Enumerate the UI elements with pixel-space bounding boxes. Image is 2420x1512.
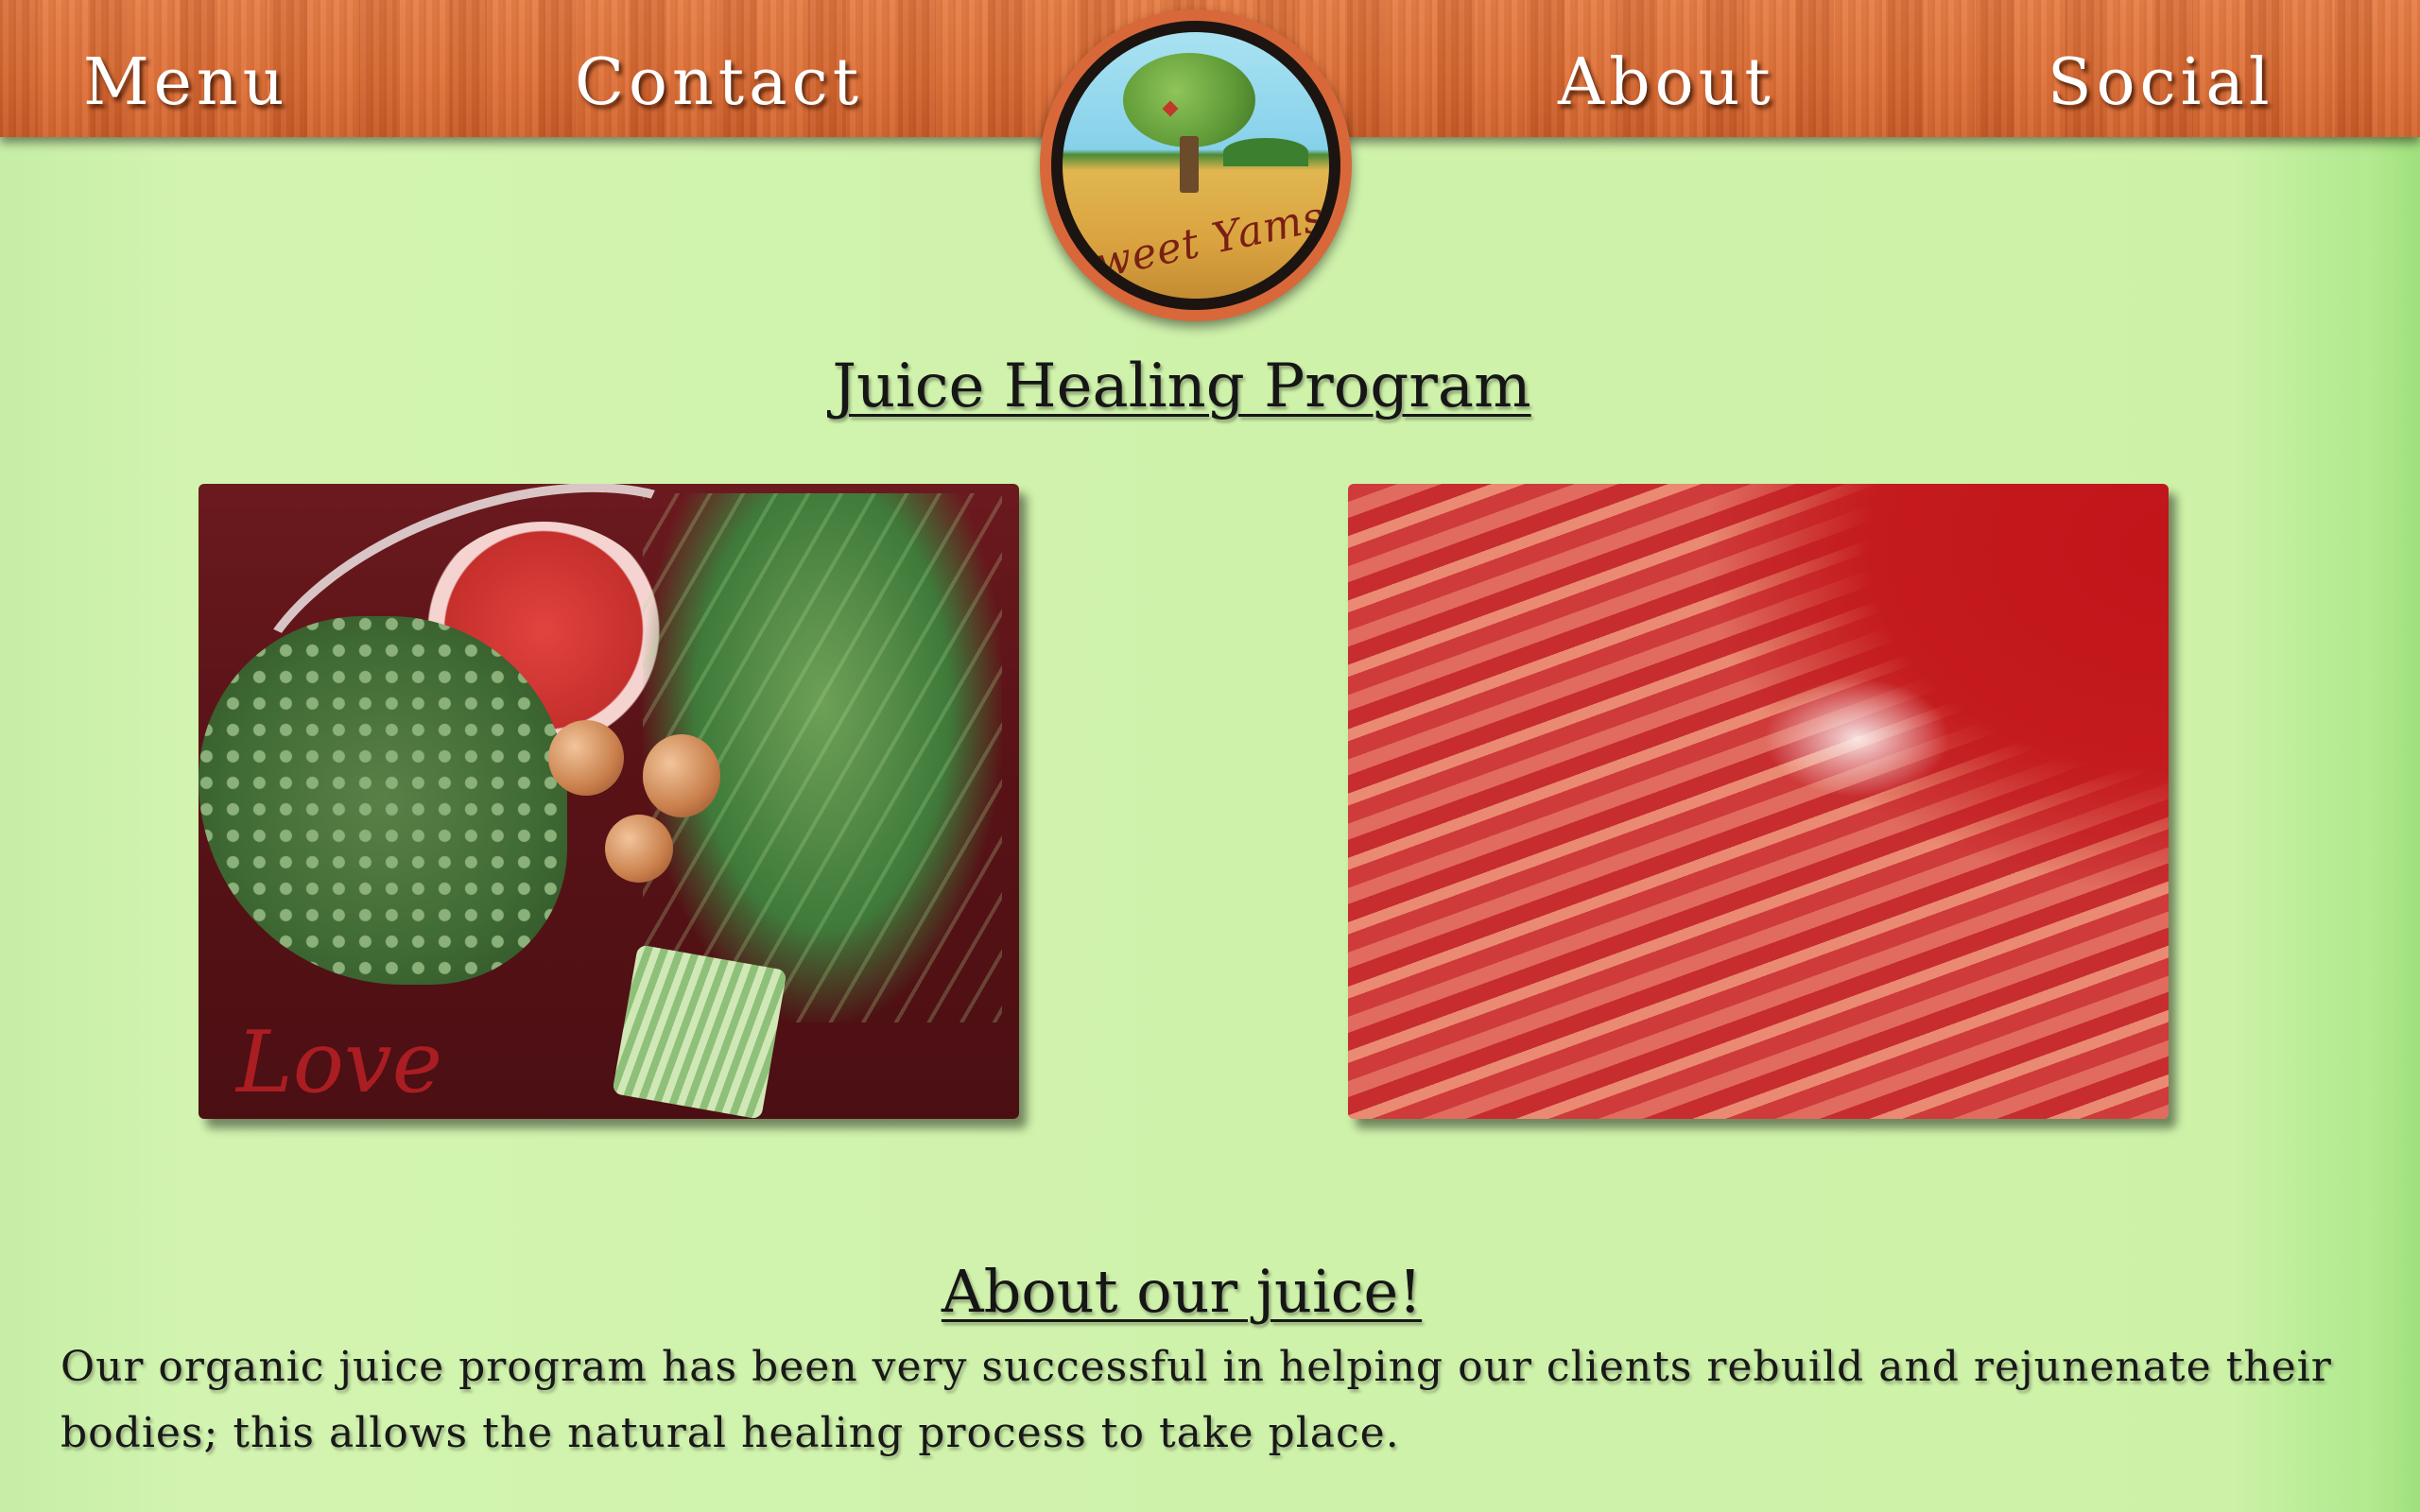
nav-contact-link[interactable]: Contact [575, 45, 863, 121]
logo-hill [1223, 138, 1308, 166]
love-writing: Love [236, 1013, 443, 1112]
dandelion-stems [612, 944, 787, 1119]
logo-badge: Sweet Yams [1051, 21, 1340, 310]
sweet-yams-logo[interactable]: Sweet Yams [1040, 9, 1352, 321]
beet [643, 734, 720, 817]
beet [605, 815, 673, 883]
right-edge-strip [2360, 0, 2420, 1512]
page-title: Juice Healing Program [832, 352, 1531, 421]
nav-about-link[interactable]: About [1558, 45, 1775, 121]
logo-text: Sweet Yams [1062, 192, 1330, 295]
vegetables-photo: Love [199, 484, 1019, 1119]
about-paragraph: Our organic juice program has been very … [60, 1343, 2332, 1457]
tree-icon [1123, 53, 1255, 147]
beet [548, 720, 624, 796]
nav-menu-link[interactable]: Menu [83, 45, 288, 121]
kale-bunch [199, 616, 567, 985]
red-juice-photo [1348, 484, 2169, 1119]
nav-social-link[interactable]: Social [2048, 45, 2274, 121]
about-heading: About our juice! [941, 1257, 1423, 1326]
tree-trunk [1180, 136, 1199, 193]
